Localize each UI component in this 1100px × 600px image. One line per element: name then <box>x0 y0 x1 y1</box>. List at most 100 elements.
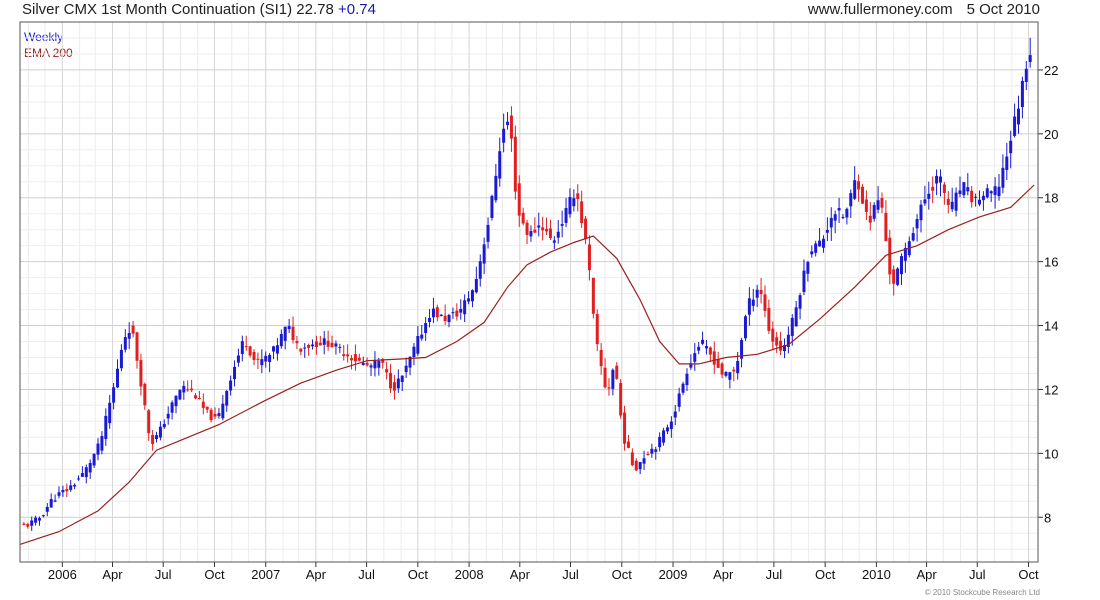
candle-body <box>213 413 217 417</box>
candle-body <box>470 290 474 302</box>
candle-body <box>880 198 884 208</box>
candle-body <box>552 240 556 243</box>
candle-body <box>685 373 689 386</box>
candle-body <box>104 415 108 440</box>
candle-body <box>755 289 759 298</box>
candle-body <box>673 411 677 418</box>
candle-body <box>96 443 100 455</box>
x-tick-label: Apr <box>510 567 531 582</box>
candle-body <box>974 196 978 198</box>
candle-body <box>385 369 389 373</box>
candle-body <box>775 337 779 346</box>
x-tick-label: Oct <box>204 567 225 582</box>
candle-body <box>837 207 841 211</box>
candle-body <box>41 515 45 517</box>
y-tick-label: 16 <box>1044 255 1058 270</box>
x-tick-label: Oct <box>612 567 633 582</box>
y-tick-label: 10 <box>1044 446 1058 461</box>
candle-body <box>806 262 810 274</box>
candle-body <box>720 363 724 375</box>
candle-body <box>233 366 237 380</box>
candle-body <box>868 215 872 223</box>
candle-body <box>958 190 962 195</box>
x-tick-label: Oct <box>815 567 836 582</box>
candle-body <box>818 240 822 247</box>
candle-body <box>603 367 607 388</box>
candle-body <box>279 334 283 347</box>
candle-body <box>291 326 295 341</box>
candle-body <box>451 312 455 314</box>
candle-body <box>350 358 354 361</box>
candle-body <box>268 354 272 362</box>
candle-body <box>400 375 404 382</box>
candle-body <box>857 181 861 190</box>
candle-body <box>946 198 950 206</box>
candle-body <box>595 313 599 345</box>
candle-body <box>170 402 174 413</box>
candle-body <box>977 199 981 205</box>
candle-body <box>162 424 166 428</box>
candle-body <box>919 204 923 221</box>
candle-body <box>244 346 248 348</box>
candle-body <box>190 388 194 391</box>
candle-body <box>338 347 342 349</box>
candle-body <box>252 352 256 360</box>
candle-body <box>650 448 654 454</box>
candle-body <box>299 348 303 352</box>
candle-body <box>564 208 568 223</box>
candle-body <box>88 463 92 473</box>
candle-body <box>404 365 408 373</box>
candle-body <box>708 347 712 355</box>
candle-body <box>287 326 291 330</box>
candle-body <box>630 452 634 466</box>
candle-body <box>927 193 931 199</box>
candle-body <box>860 186 864 204</box>
candle-body <box>435 307 439 318</box>
candle-body <box>751 299 755 306</box>
candle-body <box>654 449 658 452</box>
y-tick-label: 20 <box>1044 127 1058 142</box>
candle-body <box>993 186 997 196</box>
candle-body <box>521 212 525 224</box>
candle-body <box>424 322 428 333</box>
candle-body <box>506 121 510 126</box>
candle-body <box>431 308 435 318</box>
candle-body <box>1020 80 1024 108</box>
candle-body <box>143 383 147 406</box>
candle-body <box>482 244 486 264</box>
candle-body <box>178 390 182 400</box>
candle-body <box>100 436 104 451</box>
candle-body <box>623 412 627 444</box>
candle-body <box>599 349 603 367</box>
candle-body <box>732 369 736 372</box>
candle-body <box>34 517 38 523</box>
candle-body <box>642 458 646 464</box>
y-tick-label: 8 <box>1044 510 1051 525</box>
candle-body <box>463 300 467 315</box>
candle-body <box>1005 156 1009 171</box>
candle-body <box>1013 116 1017 136</box>
candle-body <box>545 228 549 232</box>
candle-body <box>205 406 209 410</box>
candle-body <box>849 193 853 207</box>
candle-body <box>119 349 123 369</box>
x-tick-label: 2009 <box>659 567 688 582</box>
candle-body <box>896 268 900 285</box>
candle-body <box>899 256 903 275</box>
candle-body <box>123 337 127 350</box>
x-tick-label: Apr <box>713 567 734 582</box>
candle-body <box>53 500 57 502</box>
price-chart: 8 10 12 14 16 18 20 22 2006 Apr Jul Oct 2007 Apr Jul Oc… <box>19 21 1058 582</box>
candle-body <box>829 217 833 228</box>
candle-body <box>275 345 279 354</box>
candle-body <box>295 341 299 344</box>
candle-body <box>615 365 619 379</box>
candle-body <box>864 199 868 212</box>
candle-body <box>1016 108 1020 125</box>
candle-body <box>260 359 264 366</box>
y-tick-label: 12 <box>1044 382 1058 397</box>
candle-body <box>326 340 330 347</box>
candle-body <box>45 506 49 512</box>
candle-body <box>151 434 155 445</box>
candle-body <box>182 385 186 393</box>
